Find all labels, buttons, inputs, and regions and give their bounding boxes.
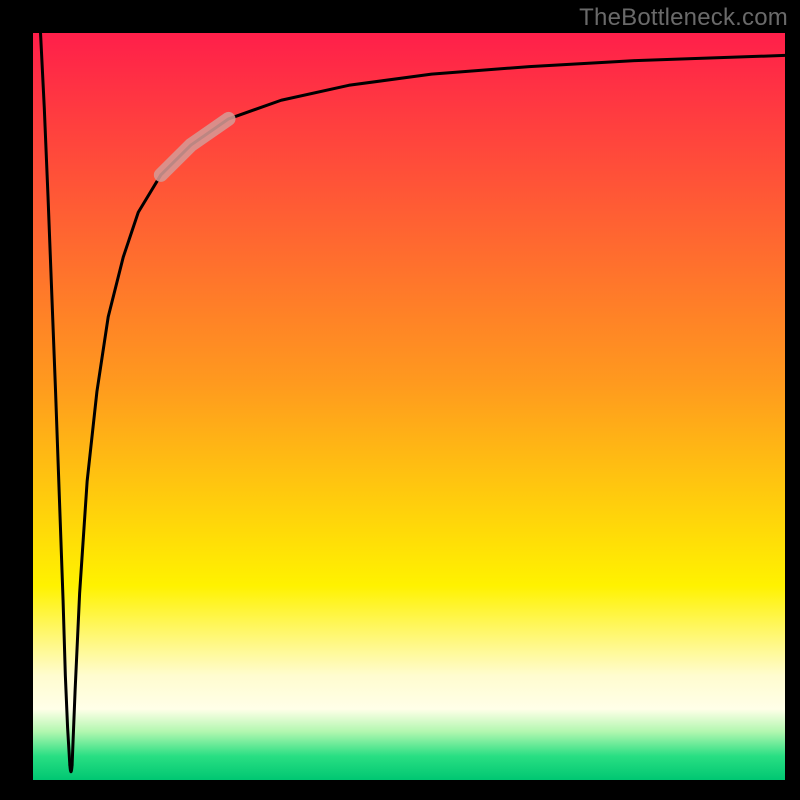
- gradient-background: [33, 33, 785, 780]
- watermark-text: TheBottleneck.com: [579, 4, 788, 32]
- curve-dip-bottom: [70, 765, 72, 772]
- chart-frame: TheBottleneck.com: [0, 0, 800, 800]
- chart-svg: [33, 33, 785, 780]
- plot-area: [33, 33, 785, 780]
